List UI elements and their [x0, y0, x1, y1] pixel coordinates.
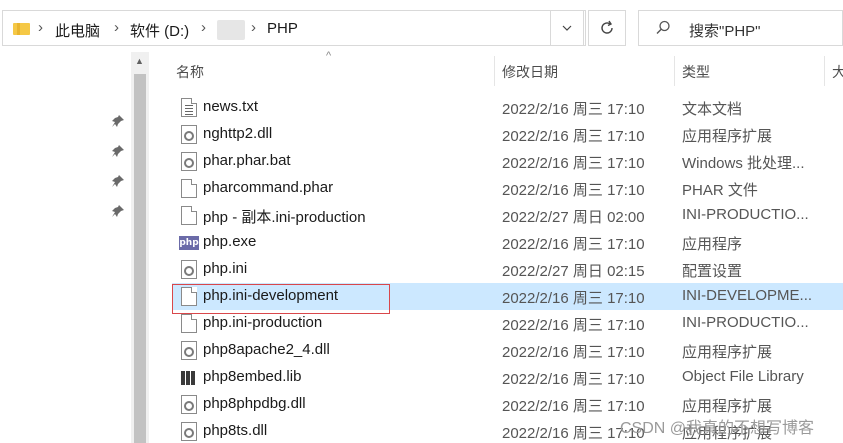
pin-icon[interactable]	[111, 204, 125, 218]
dll-file-icon	[181, 125, 197, 144]
search-input[interactable]: 搜索"PHP"	[689, 20, 761, 41]
file-type: INI-PRODUCTIO...	[682, 206, 809, 223]
file-date: 2022/2/27 周日 02:15	[502, 263, 645, 280]
breadcrumb-this-pc[interactable]: 此电脑	[55, 20, 100, 41]
chevron-right-icon[interactable]: ›	[201, 19, 206, 36]
file-name[interactable]: php8embed.lib	[203, 368, 301, 385]
file-type: 应用程序扩展	[682, 344, 773, 361]
file-type: 配置设置	[682, 263, 743, 280]
file-date: 2022/2/16 周三 17:10	[502, 236, 645, 253]
navigation-pane	[0, 52, 131, 443]
generic-file-icon	[181, 179, 197, 198]
file-row[interactable]: php8apache2_4.dll 2022/2/16 周三 17:10 应用程序扩…	[172, 337, 843, 364]
file-date: 2022/2/16 周三 17:10	[502, 182, 645, 199]
file-type: INI-DEVELOPME...	[682, 287, 813, 304]
file-type: PHAR 文件	[682, 182, 758, 199]
dll-file-icon	[181, 341, 197, 360]
chevron-down-icon	[562, 25, 572, 31]
file-name[interactable]: php.ini-production	[203, 314, 322, 331]
php-exe-icon: php	[179, 236, 199, 250]
sort-ascending-icon: ^	[326, 50, 332, 62]
file-date: 2022/2/16 周三 17:10	[502, 371, 645, 388]
file-row[interactable]: php.ini-production 2022/2/16 周三 17:10 INI-…	[172, 310, 843, 337]
file-name[interactable]: nghttp2.dll	[203, 125, 272, 142]
chevron-right-icon[interactable]: ›	[114, 19, 119, 36]
refresh-button[interactable]	[588, 10, 626, 46]
pin-icon[interactable]	[111, 114, 125, 128]
file-row[interactable]: news.txt 2022/2/16 周三 17:10 文本文档	[172, 94, 843, 121]
toolbar: › 此电脑 › 软件 (D:) › › PHP 搜索"PHP"	[0, 0, 843, 52]
file-type: Object File Library	[682, 368, 804, 385]
pin-icon[interactable]	[111, 144, 125, 158]
nav-pane-scrollbar[interactable]: ▲	[131, 52, 149, 443]
file-date: 2022/2/27 周日 02:00	[502, 209, 645, 226]
file-name[interactable]: php - 副本.ini-production	[203, 206, 366, 227]
file-name[interactable]: pharcommand.phar	[203, 179, 333, 196]
file-row[interactable]: php php.exe 2022/2/16 周三 17:10 应用程序	[172, 229, 843, 256]
chevron-right-icon[interactable]: ›	[38, 19, 43, 36]
batch-file-icon	[181, 152, 197, 171]
column-name[interactable]: 名称	[176, 62, 204, 82]
file-date: 2022/2/16 周三 17:10	[502, 128, 645, 145]
scroll-up-icon[interactable]: ▲	[135, 56, 144, 66]
file-row[interactable]: nghttp2.dll 2022/2/16 周三 17:10 应用程序扩展	[172, 121, 843, 148]
address-bar[interactable]: › 此电脑 › 软件 (D:) › › PHP	[2, 10, 586, 46]
lib-file-icon	[181, 371, 199, 385]
file-name[interactable]: php8ts.dll	[203, 422, 267, 439]
dll-file-icon	[181, 395, 197, 414]
file-name[interactable]: php.exe	[203, 233, 256, 250]
file-type: 应用程序扩展	[682, 128, 773, 145]
file-name[interactable]: php8phpdbg.dll	[203, 395, 306, 412]
breadcrumb-drive-d[interactable]: 软件 (D:)	[130, 20, 189, 41]
file-row[interactable]: pharcommand.phar 2022/2/16 周三 17:10 PHAR 文…	[172, 175, 843, 202]
file-date: 2022/2/16 周三 17:10	[502, 317, 645, 334]
file-name[interactable]: php8apache2_4.dll	[203, 341, 330, 358]
file-row[interactable]: phar.phar.bat 2022/2/16 周三 17:10 Windows 批…	[172, 148, 843, 175]
file-name[interactable]: php.ini	[203, 260, 247, 277]
folder-icon	[13, 21, 30, 35]
address-history-dropdown[interactable]	[550, 10, 584, 46]
column-divider[interactable]	[824, 56, 825, 86]
watermark: CSDN @我真的不想写博客	[620, 420, 815, 437]
file-type: Windows 批处理...	[682, 155, 805, 172]
text-file-icon	[181, 98, 197, 117]
dll-file-icon	[181, 422, 197, 441]
column-type[interactable]: 类型	[682, 62, 710, 82]
search-icon	[656, 20, 670, 34]
file-row[interactable]: php8embed.lib 2022/2/16 周三 17:10 Object Fi…	[172, 364, 843, 391]
file-type: 应用程序	[682, 236, 743, 253]
file-date: 2022/2/16 周三 17:10	[502, 344, 645, 361]
column-divider[interactable]	[494, 56, 495, 86]
file-type: 应用程序扩展	[682, 398, 773, 415]
file-list: news.txt 2022/2/16 周三 17:10 文本文档 nghttp2.dl…	[149, 94, 843, 443]
file-name[interactable]: news.txt	[203, 98, 258, 115]
search-box[interactable]: 搜索"PHP"	[638, 10, 843, 46]
file-date: 2022/2/16 周三 17:10	[502, 101, 645, 118]
file-date: 2022/2/16 周三 17:10	[502, 290, 645, 307]
file-name[interactable]: phar.phar.bat	[203, 152, 291, 169]
breadcrumb-php[interactable]: PHP	[267, 20, 298, 37]
pin-icon[interactable]	[111, 174, 125, 188]
column-size[interactable]: 大	[832, 62, 843, 82]
file-date: 2022/2/16 周三 17:10	[502, 398, 645, 415]
file-type: 文本文档	[682, 101, 743, 118]
file-row[interactable]: php.ini 2022/2/27 周日 02:15 配置设置	[172, 256, 843, 283]
chevron-right-icon[interactable]: ›	[251, 19, 256, 36]
file-date: 2022/2/16 周三 17:10	[502, 155, 645, 172]
generic-file-icon	[181, 206, 197, 225]
generic-file-icon	[181, 314, 197, 333]
ini-file-icon	[181, 260, 197, 279]
scrollbar-thumb[interactable]	[134, 74, 146, 443]
file-row[interactable]: php - 副本.ini-production 2022/2/27 周日 02:0…	[172, 202, 843, 229]
column-divider[interactable]	[674, 56, 675, 86]
file-type: INI-PRODUCTIO...	[682, 314, 809, 331]
column-date-modified[interactable]: 修改日期	[502, 62, 558, 82]
refresh-icon	[601, 20, 613, 34]
column-header: ^ 名称 修改日期 类型	[149, 50, 843, 90]
highlight-annotation	[172, 284, 390, 314]
redacted-folder	[217, 20, 245, 40]
